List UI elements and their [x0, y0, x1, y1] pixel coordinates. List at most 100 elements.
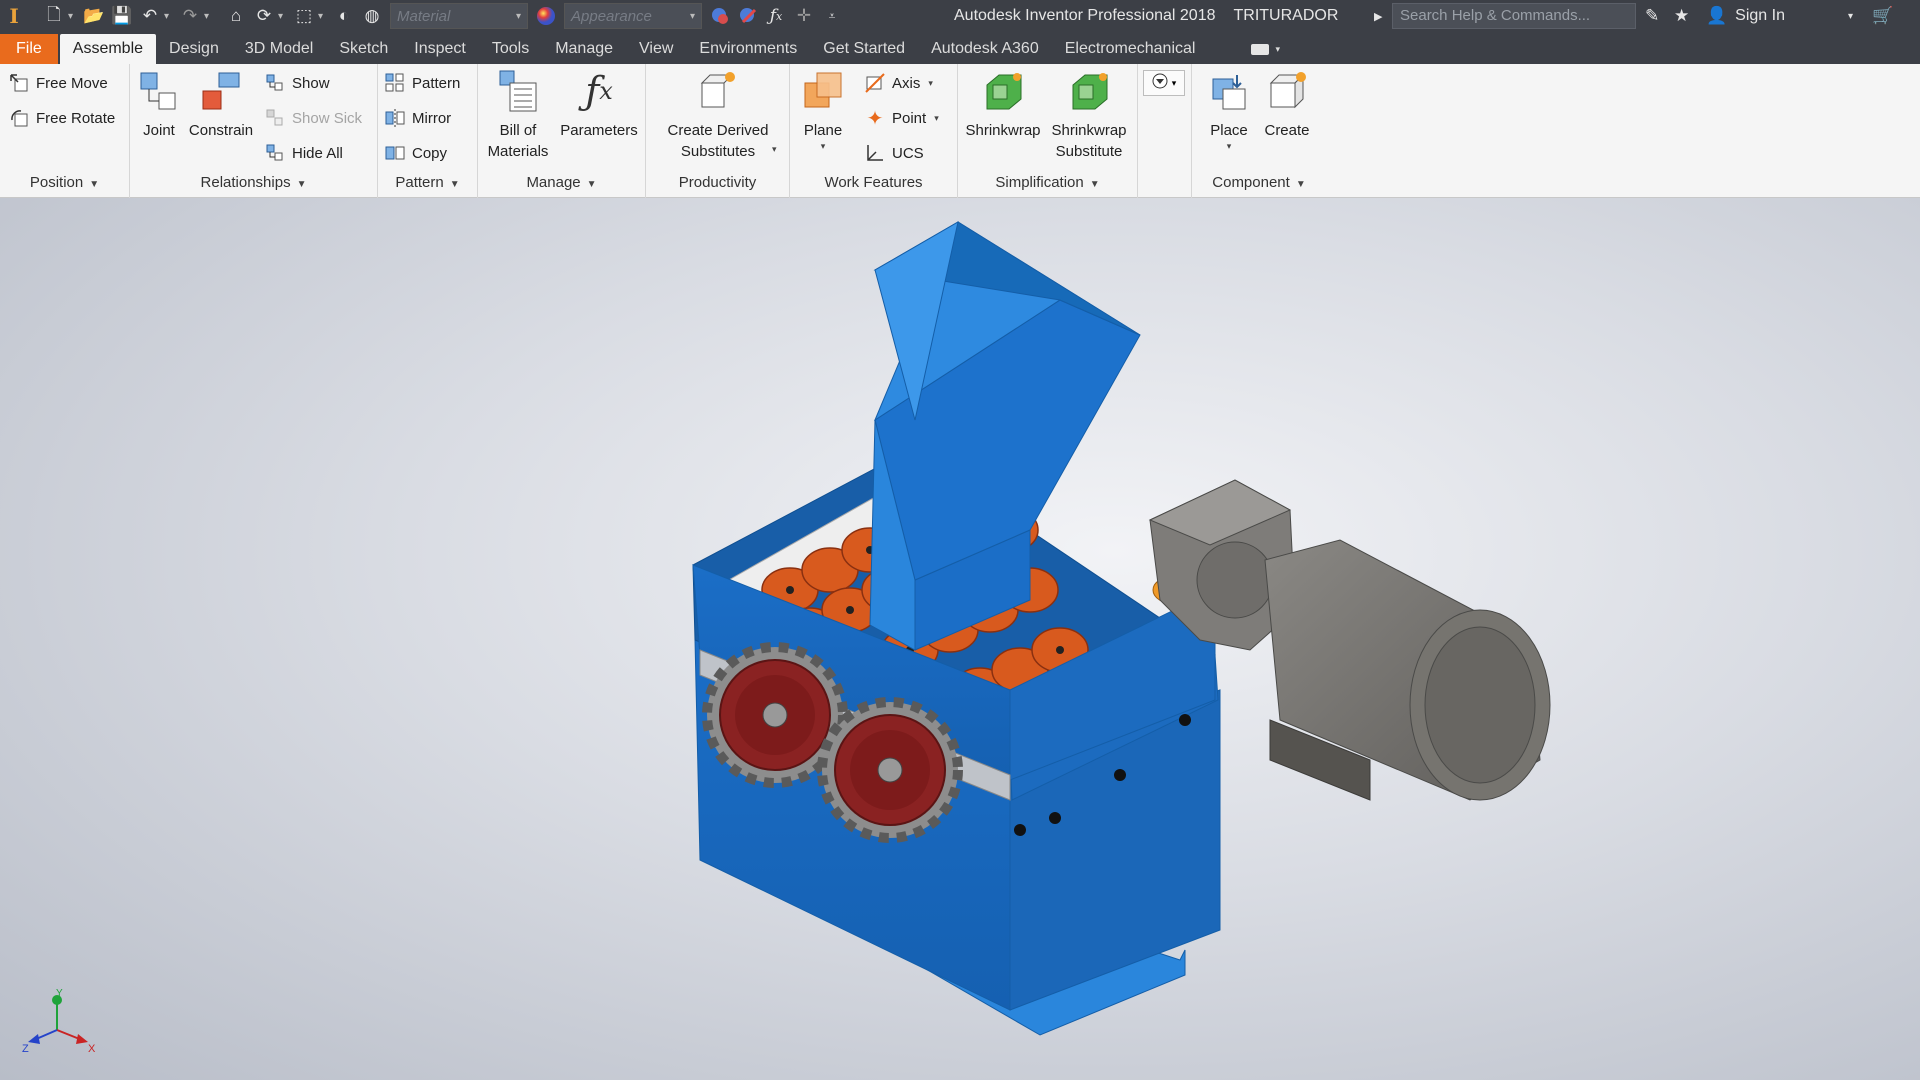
copy-button[interactable]: Copy [384, 139, 447, 167]
sign-in-button[interactable]: 👤 Sign In [1706, 0, 1785, 32]
place-button[interactable]: Place ▾ [1204, 68, 1254, 151]
free-rotate-icon [8, 107, 30, 129]
bill-of-materials-icon [495, 68, 541, 114]
app-logo-icon[interactable]: I [0, 2, 28, 30]
panel-productivity: Create Derived Substitutes ▾ Productivit… [646, 64, 790, 198]
tab-file[interactable]: File [0, 34, 58, 64]
panel-label-text: Productivity [678, 174, 757, 191]
panel-label-text: Relationships [200, 174, 291, 191]
tab-inspect[interactable]: Inspect [401, 34, 479, 64]
triad-z-label: Z [22, 1043, 29, 1055]
panel-label-text: Simplification [995, 174, 1084, 191]
undo-icon[interactable]: ↶ [136, 2, 164, 30]
open-icon[interactable]: 📂 [80, 2, 108, 30]
redo-dropdown-icon[interactable]: ▾ [204, 11, 216, 22]
tab-autodesk-a360[interactable]: Autodesk A360 [918, 34, 1052, 64]
ucs-button[interactable]: UCS [864, 139, 924, 167]
global-icon[interactable]: ◍ [358, 2, 386, 30]
color-override-icon[interactable]: ◐ [330, 2, 358, 30]
cds-label-line1: Create Derived [667, 122, 769, 139]
select-dropdown-icon[interactable]: ▾ [318, 11, 330, 22]
plus-icon[interactable]: ✛ [790, 2, 818, 30]
point-button[interactable]: ✦ Point ▾ [864, 104, 939, 132]
tab-get-started[interactable]: Get Started [810, 34, 918, 64]
show-sick-icon [264, 107, 286, 129]
select-icon[interactable]: ⬚ [290, 2, 318, 30]
home-icon[interactable]: ⌂ [222, 2, 250, 30]
show-icon [264, 72, 286, 94]
parameters-button[interactable]: ƒx Parameters [554, 68, 644, 141]
chevron-down-icon[interactable]: ▾ [772, 144, 777, 155]
tab-3d-model[interactable]: 3D Model [232, 34, 326, 64]
cart-icon[interactable]: 🛒 [1872, 0, 1893, 32]
tab-sketch[interactable]: Sketch [326, 34, 401, 64]
tab-electromechanical[interactable]: Electromechanical [1052, 34, 1209, 64]
create-component-button[interactable]: Create [1262, 68, 1312, 141]
mirror-label: Mirror [412, 109, 452, 127]
ribbon-display-toggle[interactable]: ▾ [1238, 34, 1293, 64]
tab-view[interactable]: View [626, 34, 686, 64]
save-icon[interactable]: 💾 [108, 2, 136, 30]
graphics-viewport[interactable]: X Y Z [0, 198, 1920, 1080]
tab-environments[interactable]: Environments [686, 34, 810, 64]
sign-in-dropdown-icon[interactable]: ▾ [1848, 0, 1853, 32]
clear-appearance-icon[interactable] [734, 2, 762, 30]
update-icon[interactable]: ⟳ [250, 2, 278, 30]
gear-right[interactable] [817, 697, 963, 843]
panel-label-manage[interactable]: Manage ▼ [478, 174, 645, 194]
show-button[interactable]: Show [264, 69, 330, 97]
electric-motor[interactable] [1264, 539, 1551, 801]
undo-dropdown-icon[interactable]: ▾ [164, 11, 176, 22]
pattern-button[interactable]: Pattern [384, 69, 460, 97]
joint-button[interactable]: Joint [136, 68, 182, 141]
filter-dropdown[interactable]: ▾ [1143, 70, 1185, 96]
constrain-label: Constrain [188, 122, 254, 139]
mirror-icon [384, 107, 406, 129]
create-derived-substitutes-button[interactable]: Create Derived Substitutes [648, 68, 788, 162]
axis-button[interactable]: Axis ▾ [864, 69, 933, 97]
tab-manage[interactable]: Manage [542, 34, 626, 64]
show-label: Show [292, 74, 330, 92]
panel-label-component[interactable]: Component ▼ [1192, 174, 1326, 194]
expand-arrow-icon[interactable]: ▶ [1374, 0, 1382, 32]
material-combo[interactable]: Material ▾ [390, 3, 528, 29]
panel-label-relationships[interactable]: Relationships ▼ [130, 174, 377, 194]
tab-assemble[interactable]: Assemble [59, 34, 157, 64]
search-input[interactable]: Search Help & Commands... [1392, 3, 1636, 29]
place-label: Place [1210, 122, 1248, 139]
chevron-down-icon: ▾ [1171, 77, 1177, 88]
shrinkwrap-button[interactable]: Shrinkwrap [960, 68, 1046, 141]
chevron-down-icon: ▼ [89, 179, 100, 190]
chevron-down-icon: ▾ [928, 77, 933, 88]
bill-of-materials-button[interactable]: Bill of Materials [480, 68, 556, 162]
panel-label-position[interactable]: Position ▼ [0, 174, 129, 194]
pin-icon[interactable]: ✎ [1645, 0, 1659, 32]
hide-all-button[interactable]: Hide All [264, 139, 343, 167]
mirror-button[interactable]: Mirror [384, 104, 451, 132]
plane-button[interactable]: Plane ▾ [798, 68, 848, 151]
panel-label-pattern[interactable]: Pattern ▼ [378, 174, 477, 194]
copy-icon [384, 142, 406, 164]
constrain-button[interactable]: Constrain [186, 68, 256, 141]
assembly-model[interactable] [0, 198, 1920, 1080]
appearance-combo[interactable]: Appearance ▾ [564, 3, 702, 29]
tab-tools[interactable]: Tools [479, 34, 542, 64]
redo-icon[interactable]: ↷ [176, 2, 204, 30]
update-dropdown-icon[interactable]: ▾ [278, 11, 290, 22]
free-move-button[interactable]: Free Move [8, 69, 108, 97]
tab-design[interactable]: Design [156, 34, 232, 64]
show-sick-button[interactable]: Show Sick [264, 104, 362, 132]
customize-qat-icon[interactable]: ⩡ [818, 2, 846, 30]
panel-label-text: Component [1212, 174, 1290, 191]
view-triad[interactable]: X Y Z [20, 988, 100, 1058]
bom-label-line1: Bill of [499, 122, 537, 139]
shrinkwrap-substitute-button[interactable]: Shrinkwrap Substitute [1046, 68, 1132, 162]
fx-icon[interactable]: ƒx [762, 2, 790, 30]
panel-label-simplification[interactable]: Simplification ▼ [958, 174, 1137, 194]
favorites-star-icon[interactable]: ★ [1674, 0, 1689, 32]
free-rotate-button[interactable]: Free Rotate [8, 104, 115, 132]
new-dropdown-icon[interactable]: ▾ [68, 11, 80, 22]
document-name: TRITURADOR [1233, 7, 1339, 24]
new-file-icon[interactable]: 🗋 [40, 2, 68, 30]
adjust-appearance-icon[interactable] [706, 2, 734, 30]
